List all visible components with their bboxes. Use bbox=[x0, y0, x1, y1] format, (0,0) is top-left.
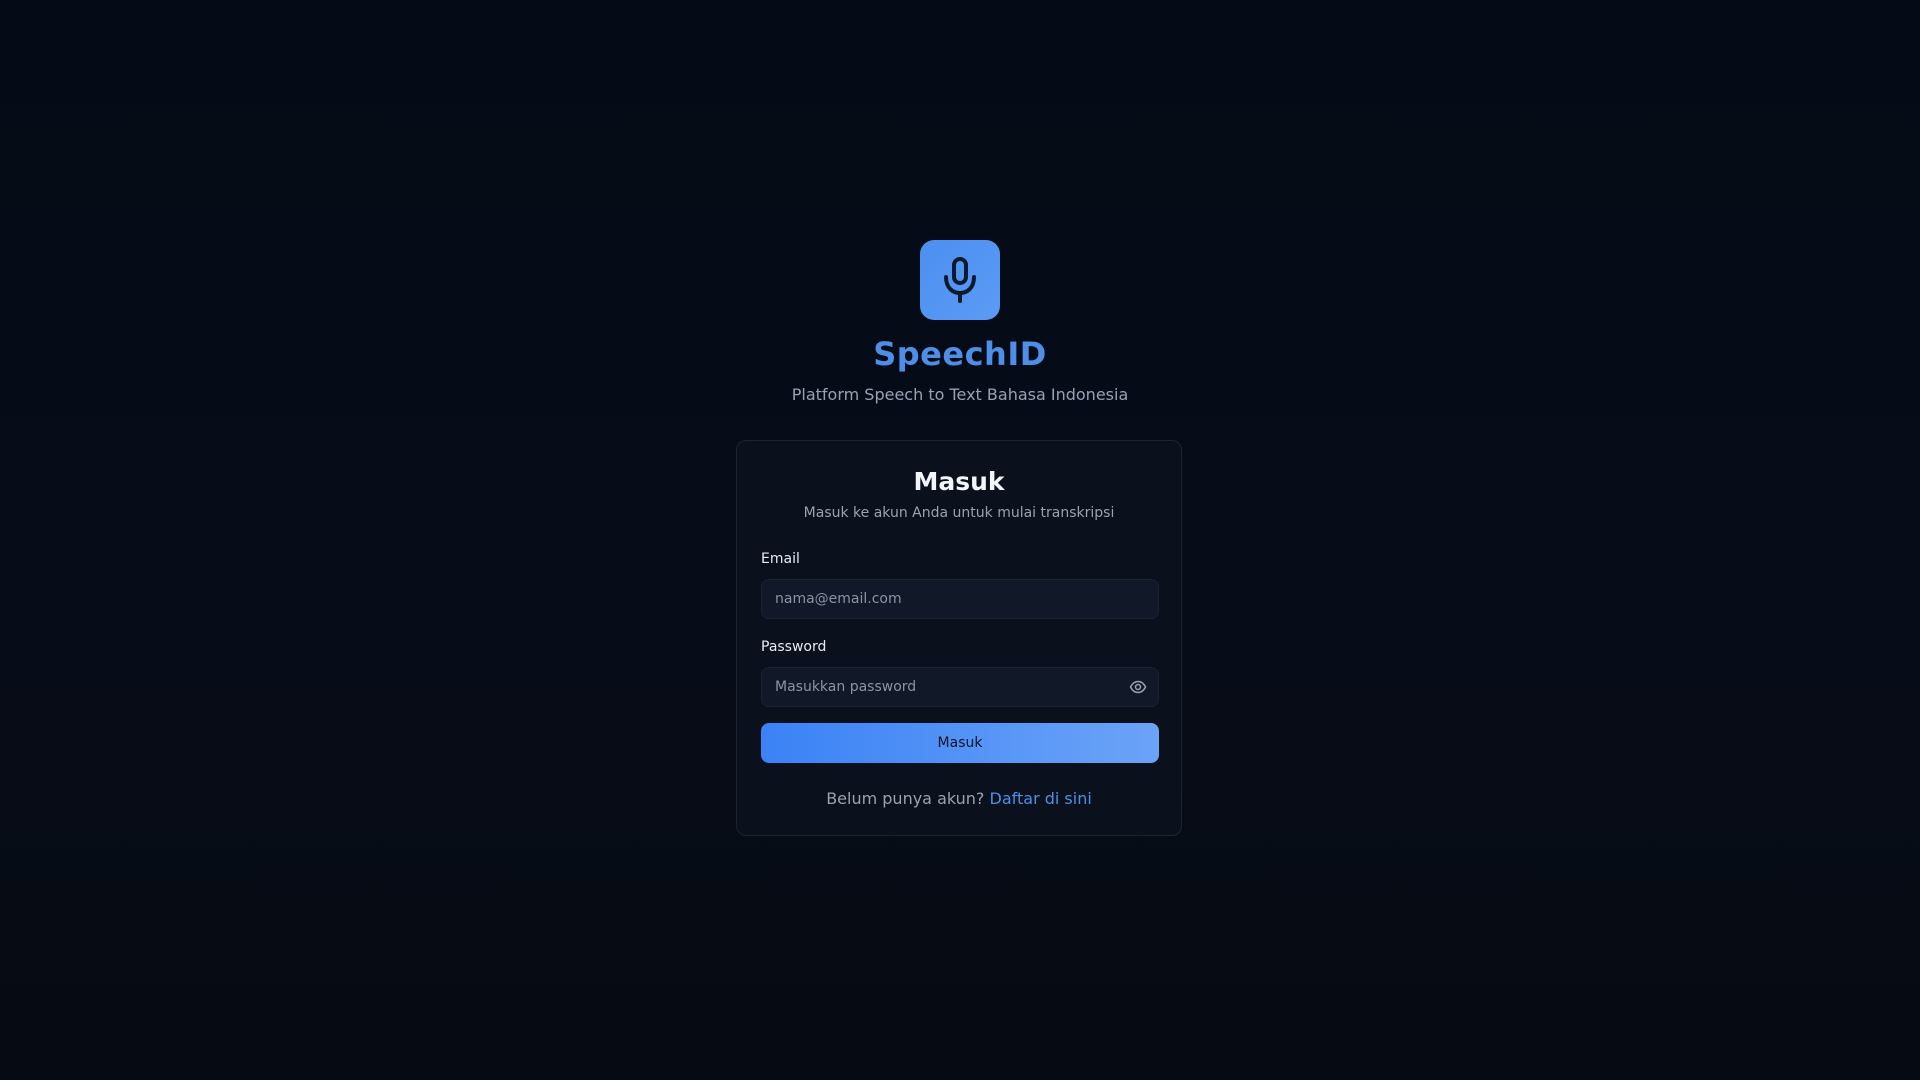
password-label: Password bbox=[761, 639, 827, 655]
login-title: Masuk bbox=[913, 467, 1005, 496]
password-field[interactable] bbox=[761, 667, 1159, 707]
app-name: SpeechID bbox=[873, 335, 1047, 373]
login-card: Masuk Masuk ke akun Anda untuk mulai tra… bbox=[736, 440, 1182, 836]
eye-icon[interactable] bbox=[1129, 678, 1147, 696]
email-field[interactable] bbox=[761, 579, 1159, 619]
register-prompt-text: Belum punya akun? bbox=[826, 789, 985, 808]
login-page: SpeechID Platform Speech to Text Bahasa … bbox=[0, 0, 1920, 1080]
login-subtitle: Masuk ke akun Anda untuk mulai transkrip… bbox=[803, 505, 1115, 521]
email-label: Email bbox=[761, 551, 800, 567]
app-logo bbox=[920, 240, 1000, 320]
register-prompt: Belum punya akun? Daftar di sini bbox=[737, 789, 1181, 808]
register-link[interactable]: Daftar di sini bbox=[990, 789, 1092, 808]
login-button[interactable]: Masuk bbox=[761, 723, 1159, 763]
microphone-icon bbox=[944, 257, 976, 303]
app-tagline: Platform Speech to Text Bahasa Indonesia bbox=[791, 385, 1129, 404]
